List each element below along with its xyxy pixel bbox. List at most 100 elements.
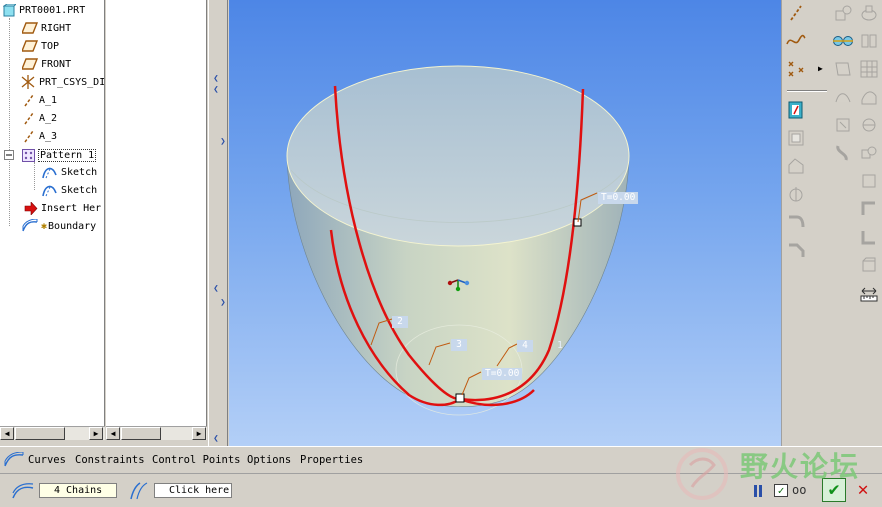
tree-item-label: A_3: [39, 130, 58, 142]
chain-label-2[interactable]: 2: [392, 316, 408, 328]
collapse-left-icon[interactable]: ❮: [212, 74, 220, 84]
sweep-tool-icon[interactable]: [832, 58, 854, 80]
sketch-tool-icon[interactable]: [785, 99, 807, 121]
tab-options[interactable]: Options: [247, 454, 291, 466]
tree-item-label: FRONT: [41, 58, 72, 70]
tab-constraints[interactable]: Constraints: [75, 454, 145, 466]
datum-plane-icon: [22, 58, 38, 70]
pane-splitter[interactable]: ❮ ❮ ❯ ❮ ❯ ❮: [208, 0, 228, 446]
rib-tool-icon[interactable]: [785, 183, 807, 205]
variable-section-sweep-icon[interactable]: [832, 142, 854, 164]
pending-asterisk-icon: ✱: [41, 220, 48, 232]
tree-item-a2[interactable]: A_2: [22, 109, 57, 127]
tree-item-label: Pattern 1: [38, 148, 97, 162]
chamfer-tool-icon[interactable]: [785, 239, 807, 261]
curve-control-point[interactable]: [455, 393, 465, 403]
datum-point-icon[interactable]: [785, 58, 807, 80]
tree-item-sketch-1[interactable]: Sketch: [42, 163, 97, 181]
scroll-left-icon[interactable]: ◀: [106, 427, 120, 440]
tab-curves[interactable]: Curves: [28, 454, 66, 466]
boundary-blend-icon: [4, 452, 24, 467]
solidify-tool-icon[interactable]: [858, 226, 880, 248]
t-value-label[interactable]: T=0.00: [598, 192, 639, 204]
toolbar-separator: [787, 90, 827, 92]
hole-tool-icon[interactable]: [785, 127, 807, 149]
tree-item-label: PRT0001.PRT: [19, 4, 86, 16]
tree-item-front[interactable]: FRONT: [22, 55, 71, 73]
trim-tool-icon[interactable]: [858, 114, 880, 136]
draft-tool-icon[interactable]: [832, 114, 854, 136]
chain-label-4[interactable]: 4: [517, 340, 533, 352]
collapse-left-icon[interactable]: ❮: [212, 284, 220, 294]
boundary-blend-icon: [22, 219, 38, 232]
collapse-left-icon[interactable]: ❮: [212, 434, 220, 444]
blend-tool-icon[interactable]: [832, 86, 854, 108]
shell-tool-icon[interactable]: [785, 155, 807, 177]
tree-item-sketch-2[interactable]: Sketch: [42, 181, 97, 199]
boundary-blend-tool-icon[interactable]: [832, 30, 854, 52]
revolve-tool-icon[interactable]: [858, 2, 880, 24]
pattern-tool-icon[interactable]: [858, 58, 880, 80]
offset-tool-icon[interactable]: [858, 170, 880, 192]
mirror-tool-icon[interactable]: [858, 30, 880, 52]
collapse-minus-icon[interactable]: [4, 150, 14, 160]
scroll-thumb[interactable]: [121, 427, 161, 440]
merge-tool-icon[interactable]: [858, 142, 880, 164]
tree-item-label: TOP: [41, 40, 60, 52]
second-direction-collector[interactable]: Click here: [154, 483, 232, 498]
datum-axis-icon[interactable]: [785, 2, 807, 24]
datum-plane-icon: [22, 22, 38, 34]
tree-item-a1[interactable]: A_1: [22, 91, 57, 109]
tree-item-label: Boundary: [48, 220, 97, 232]
model-tree[interactable]: PRT0001.PRT RIGHT TOP FRONT PRT_CSYS_DI …: [0, 0, 105, 426]
scroll-right-icon[interactable]: ▶: [192, 427, 206, 440]
tab-control-points[interactable]: Control Points: [152, 454, 241, 466]
t-value-label[interactable]: T=0.00: [482, 368, 523, 380]
chain-label-3[interactable]: 3: [451, 339, 467, 351]
thicken-tool-icon[interactable]: [858, 198, 880, 220]
tree-item-label: Insert Her: [41, 202, 102, 214]
watermark-text: 野火论坛: [740, 450, 861, 483]
tree-item-pattern[interactable]: Pattern 1: [4, 146, 97, 164]
tree-item-label: RIGHT: [41, 22, 72, 34]
scroll-right-icon[interactable]: ▶: [89, 427, 103, 440]
curve-control-point[interactable]: [573, 218, 582, 227]
intersect-tool-icon[interactable]: [858, 254, 880, 276]
round-tool-icon[interactable]: [785, 211, 807, 233]
model-tree-columns-pane: [106, 0, 207, 426]
tree-item-right[interactable]: RIGHT: [22, 19, 71, 37]
tree-item-label: PRT_CSYS_DI: [39, 76, 105, 88]
datum-axis-icon: [24, 112, 34, 124]
first-direction-chains-collector[interactable]: 4 Chains: [39, 483, 117, 498]
tree-item-boundary[interactable]: ✱ Boundary: [22, 217, 96, 235]
right-toolbar: ▶: [781, 0, 882, 446]
second-direction-curves-icon: [130, 482, 148, 500]
datum-axis-icon: [24, 130, 34, 142]
tree-item-label: Sketch: [61, 184, 98, 196]
columns-horizontal-scrollbar[interactable]: ◀ ▶: [106, 426, 207, 440]
measure-tool-icon[interactable]: [858, 283, 880, 305]
datum-plane-icon: [22, 40, 38, 52]
collapse-left-icon[interactable]: ❮: [212, 85, 220, 95]
expand-right-icon[interactable]: ❯: [219, 298, 227, 308]
flyout-arrow-icon[interactable]: ▶: [818, 64, 823, 73]
extrude-tool-icon[interactable]: [832, 2, 854, 24]
datum-curve-icon[interactable]: [785, 30, 807, 52]
tree-item-label: A_1: [39, 94, 58, 106]
expand-right-icon[interactable]: ❯: [219, 137, 227, 147]
graphics-window[interactable]: T=0.00 2 3 4 1 T=0.00: [229, 0, 781, 446]
tree-item-a3[interactable]: A_3: [22, 127, 57, 145]
tab-properties[interactable]: Properties: [300, 454, 363, 466]
scroll-thumb[interactable]: [15, 427, 65, 440]
tree-item-part[interactable]: PRT0001.PRT: [3, 1, 85, 19]
tree-item-label: Sketch: [61, 166, 98, 178]
fill-surface-icon[interactable]: [858, 86, 880, 108]
insert-here-arrow-icon: [24, 201, 38, 215]
tree-item-insert-here[interactable]: Insert Her: [24, 199, 101, 217]
part-icon: [3, 3, 16, 16]
tree-item-csys[interactable]: PRT_CSYS_DI: [20, 73, 105, 91]
tree-item-top[interactable]: TOP: [22, 37, 59, 55]
scroll-left-icon[interactable]: ◀: [0, 427, 14, 440]
chain-label-1[interactable]: 1: [552, 340, 568, 352]
tree-horizontal-scrollbar[interactable]: ◀ ▶: [0, 426, 105, 440]
